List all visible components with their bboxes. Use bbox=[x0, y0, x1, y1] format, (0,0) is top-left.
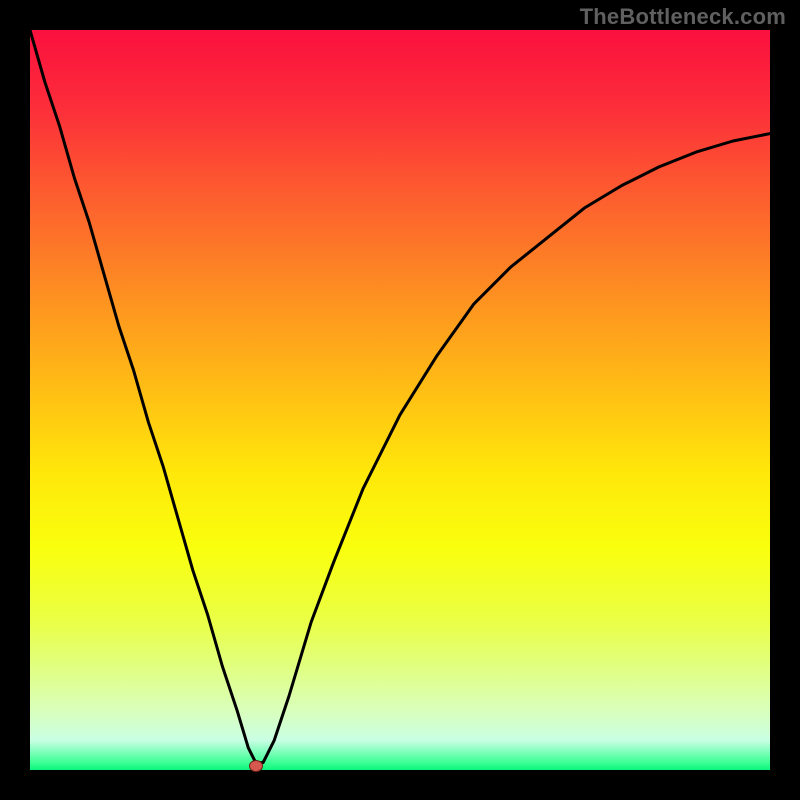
plot-gradient-area bbox=[30, 30, 770, 770]
minimum-point-marker bbox=[249, 760, 263, 772]
watermark-label: TheBottleneck.com bbox=[580, 4, 786, 30]
chart-frame: TheBottleneck.com bbox=[0, 0, 800, 800]
